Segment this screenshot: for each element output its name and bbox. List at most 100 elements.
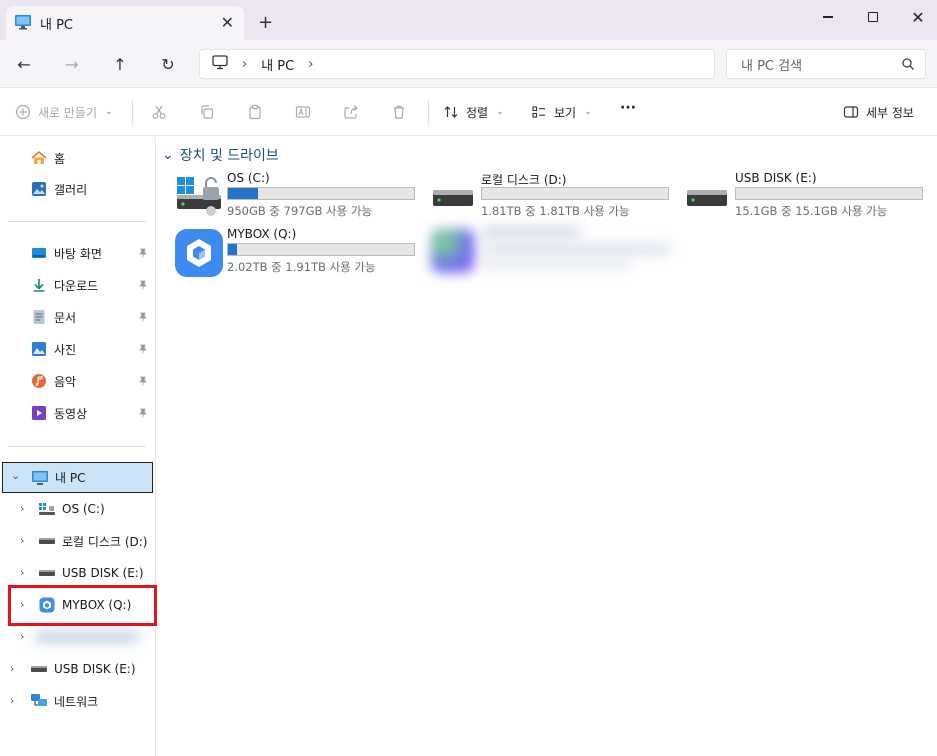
sidebar-item-label: 갤러리 <box>54 182 88 197</box>
chevron-right-icon[interactable]: › <box>20 566 24 579</box>
chevron-right-icon[interactable]: › <box>20 630 24 643</box>
documents-icon <box>30 308 48 326</box>
pictures-icon <box>30 340 48 358</box>
chevron-right-icon[interactable]: › <box>20 502 24 515</box>
scissors-icon <box>150 103 168 121</box>
search-box[interactable]: 내 PC 검색 <box>726 49 926 79</box>
tab-close-icon[interactable]: ✕ <box>221 13 234 32</box>
view-button[interactable]: 보기 ⌄ <box>530 103 592 121</box>
sidebar-item-videos[interactable]: 동영상 <box>0 399 154 427</box>
breadcrumb-location[interactable]: 내 PC <box>261 55 294 74</box>
search-icon[interactable] <box>901 57 915 75</box>
drive-usage-fill <box>228 244 238 255</box>
drive-tile-mybox[interactable]: MYBOX (Q:) 2.02TB 중 1.91TB 사용 가능 <box>175 227 419 277</box>
back-button[interactable]: ← <box>14 54 34 74</box>
search-input[interactable]: 내 PC 검색 <box>741 55 802 74</box>
pin-icon[interactable] <box>138 407 148 421</box>
new-tab-button[interactable]: + <box>258 12 273 33</box>
chevron-down-icon[interactable]: ⌄ <box>11 469 20 482</box>
details-pane-icon <box>842 103 860 121</box>
navigation-bar: ← → ↑ ↻ › 내 PC › 내 PC 검색 <box>0 40 937 88</box>
breadcrumb-separator[interactable]: › <box>242 57 247 72</box>
cut-button[interactable] <box>150 103 168 121</box>
sidebar-item-label: 로컬 디스크 (D:) <box>62 534 148 549</box>
drive-name: MYBOX (Q:) <box>227 227 297 241</box>
sidebar-item-my-pc[interactable]: ⌄ 내 PC <box>2 462 153 493</box>
pin-icon[interactable] <box>138 343 148 357</box>
tab-title: 내 PC <box>40 17 74 33</box>
tab-my-pc[interactable]: 내 PC ✕ <box>6 6 244 40</box>
sidebar-item-network[interactable]: › 네트워크 <box>0 687 154 715</box>
blurred-item <box>34 631 140 643</box>
delete-button[interactable] <box>390 103 408 121</box>
drive-name: USB DISK (E:) <box>735 171 817 185</box>
title-bar: 내 PC ✕ + ✕ <box>0 0 937 40</box>
chevron-right-icon[interactable]: › <box>10 694 14 707</box>
close-window-button[interactable]: ✕ <box>903 6 933 28</box>
drive-tile-redacted[interactable] <box>429 225 673 273</box>
drive-usage-fill <box>228 188 258 199</box>
sidebar-item-documents[interactable]: 문서 <box>0 303 154 331</box>
highlight-annotation <box>8 585 157 626</box>
command-bar: 새로 만들기 ⌄ 정렬 ⌄ 보기 ⌄ ··· 세부 정보 <box>0 89 937 136</box>
view-list-icon <box>530 103 548 121</box>
drive-tile-c[interactable]: OS (C:) 950GB 중 797GB 사용 가능 <box>175 171 419 219</box>
section-title: 장치 및 드라이브 <box>179 148 279 164</box>
desktop-icon <box>30 244 48 262</box>
sidebar-item-drive-e[interactable]: › USB DISK (E:) <box>0 559 154 587</box>
pin-icon[interactable] <box>138 375 148 389</box>
minimize-button[interactable] <box>813 6 843 28</box>
sort-button[interactable]: 정렬 ⌄ <box>442 103 504 121</box>
drive-tile-d[interactable]: 로컬 디스크 (D:) 1.81TB 중 1.81TB 사용 가능 <box>429 171 673 219</box>
pin-icon[interactable] <box>138 279 148 293</box>
sidebar-item-desktop[interactable]: 바탕 화면 <box>0 239 154 267</box>
new-label: 새로 만들기 <box>38 105 98 120</box>
drive-space-info: 2.02TB 중 1.91TB 사용 가능 <box>227 260 376 274</box>
sidebar-item-downloads[interactable]: 다운로드 <box>0 271 154 299</box>
breadcrumb-separator[interactable]: › <box>308 57 313 72</box>
chevron-down-icon[interactable]: ⌄ <box>162 147 174 163</box>
drive-tile-e[interactable]: USB DISK (E:) 15.1GB 중 15.1GB 사용 가능 <box>683 171 927 219</box>
pin-icon[interactable] <box>138 247 148 261</box>
up-button[interactable]: ↑ <box>110 54 130 74</box>
paste-button[interactable] <box>246 103 264 121</box>
drive-space-info: 15.1GB 중 15.1GB 사용 가능 <box>735 204 888 218</box>
drive-name: OS (C:) <box>227 171 270 185</box>
sidebar-item-pictures[interactable]: 사진 <box>0 335 154 363</box>
new-button[interactable]: 새로 만들기 ⌄ <box>14 103 113 121</box>
pin-icon[interactable] <box>138 311 148 325</box>
sidebar-item-drive-d[interactable]: › 로컬 디스크 (D:) <box>0 527 154 555</box>
rename-button[interactable] <box>294 103 312 121</box>
sidebar-item-home[interactable]: 홈 <box>0 144 154 172</box>
section-devices-drives[interactable]: ⌄ 장치 및 드라이브 <box>162 145 279 165</box>
sort-label: 정렬 <box>466 105 489 120</box>
forward-button[interactable]: → <box>62 54 82 74</box>
sidebar-item-gallery[interactable]: 갤러리 <box>0 175 154 203</box>
chevron-right-icon[interactable]: › <box>20 534 24 547</box>
sidebar-item-drive-c[interactable]: › OS (C:) <box>0 495 154 523</box>
drive-space-info: 950GB 중 797GB 사용 가능 <box>227 204 373 218</box>
minimize-icon <box>823 16 833 18</box>
copy-icon <box>198 103 216 121</box>
refresh-button[interactable]: ↻ <box>158 54 178 74</box>
sidebar-item-label: 문서 <box>54 310 77 325</box>
share-button[interactable] <box>342 103 360 121</box>
trash-icon <box>390 103 408 121</box>
maximize-button[interactable] <box>858 6 888 28</box>
sidebar-item-usb-root[interactable]: › USB DISK (E:) <box>0 655 154 683</box>
blurred-item <box>481 243 671 255</box>
sidebar-item-music[interactable]: 음악 <box>0 367 154 395</box>
details-button[interactable]: 세부 정보 <box>842 103 914 121</box>
address-bar[interactable]: › 내 PC › <box>199 49 715 79</box>
view-label: 보기 <box>554 105 577 120</box>
chevron-right-icon[interactable]: › <box>10 662 14 675</box>
usb-drive-icon <box>30 660 48 678</box>
sort-icon <box>442 103 460 121</box>
drive-space-info: 1.81TB 중 1.81TB 사용 가능 <box>481 204 630 218</box>
copy-button[interactable] <box>198 103 216 121</box>
sidebar-item-label: 네트워크 <box>54 694 99 709</box>
windows-drive-icon <box>38 500 56 518</box>
gallery-icon <box>30 180 48 198</box>
sidebar-item-redacted[interactable]: › <box>0 623 154 651</box>
more-options-button[interactable]: ··· <box>620 100 636 116</box>
